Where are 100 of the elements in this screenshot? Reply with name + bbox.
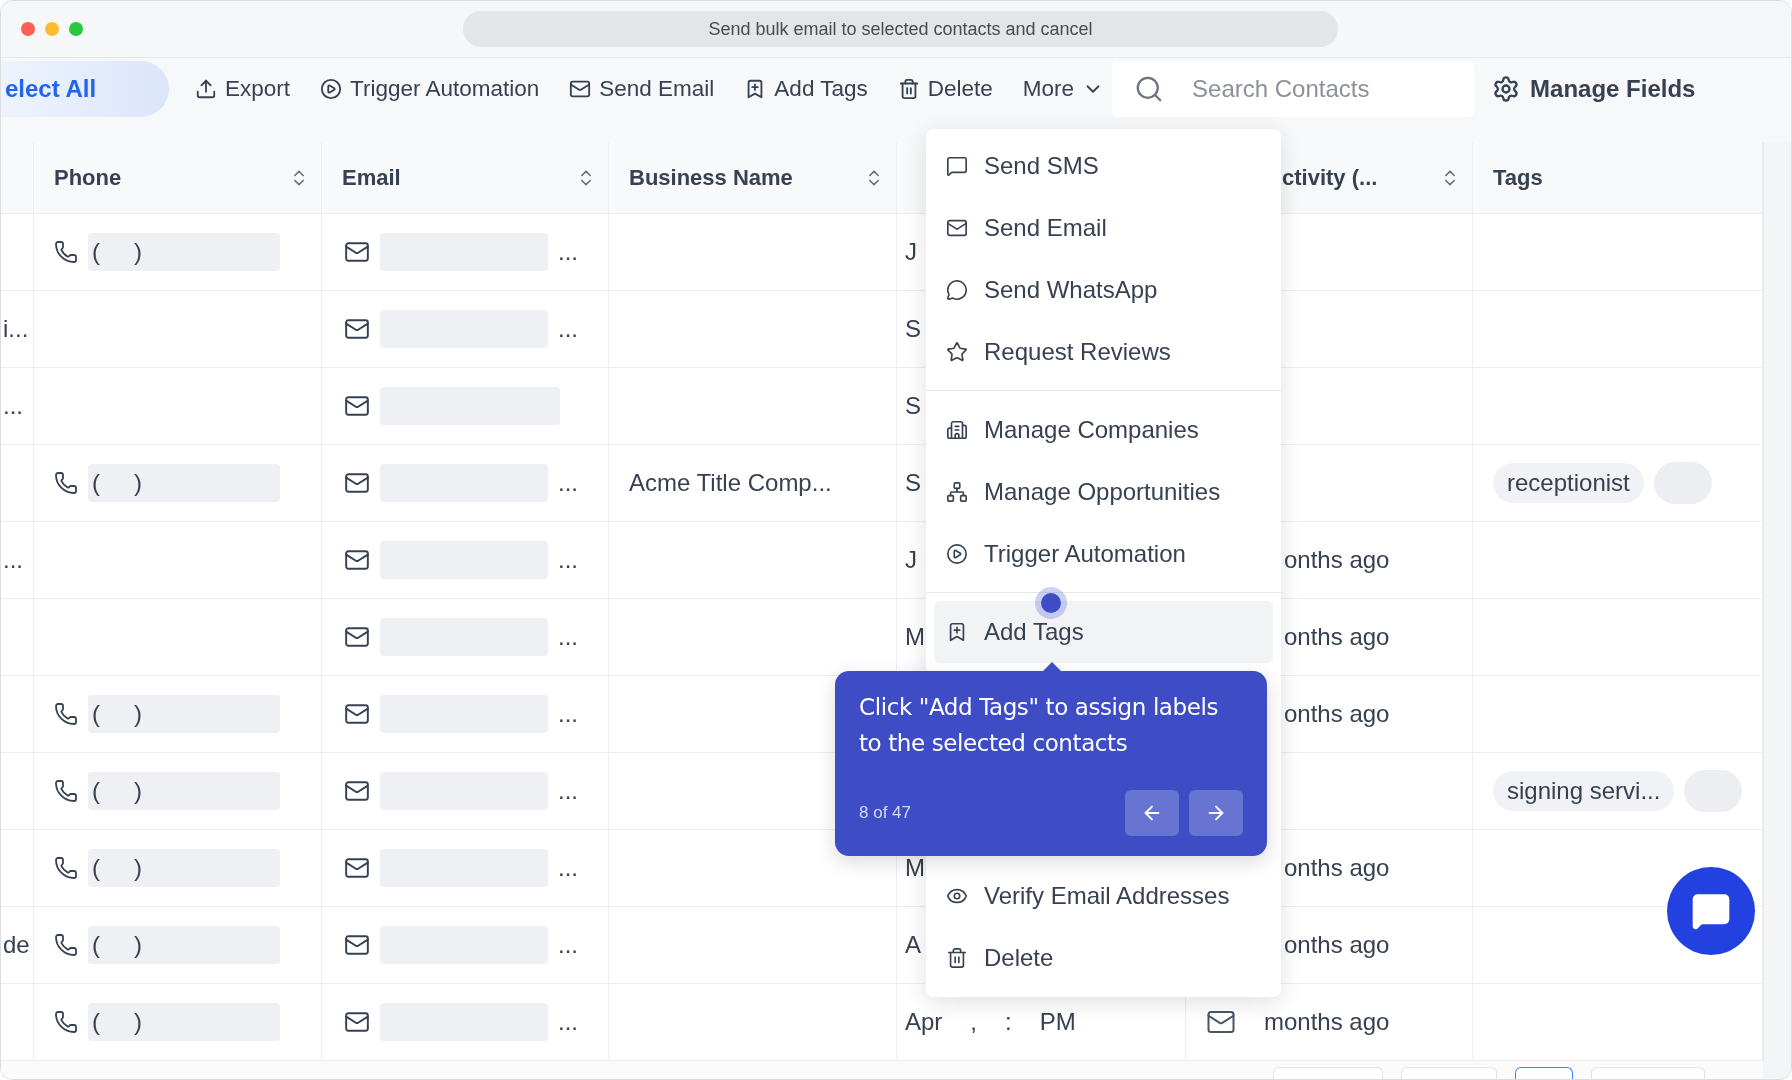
previous-button[interactable] — [1125, 790, 1179, 836]
toolbar-action[interactable]: Send Email — [569, 76, 715, 102]
ellipsis-text: ... — [558, 777, 578, 805]
menu-item[interactable]: Manage Companies — [926, 399, 1281, 461]
column-header: Email — [342, 164, 402, 191]
mail-icon — [344, 932, 370, 958]
step-counter: 8 of 47 — [859, 803, 912, 823]
menu-item[interactable]: Send WhatsApp — [926, 259, 1281, 321]
table-cell: months ago — [1264, 1008, 1390, 1036]
table-cell: Acme Title Comp... — [629, 469, 832, 497]
ellipsis-text: ... — [558, 931, 578, 959]
table-cell: onths ago — [1284, 546, 1390, 574]
play-circle-icon — [320, 78, 343, 100]
mail-icon — [344, 393, 370, 419]
table-cell: : — [1005, 1008, 1012, 1036]
column-header: Tags — [1493, 164, 1544, 191]
menu-item[interactable]: Trigger Automation — [926, 523, 1281, 585]
toolbar-action[interactable]: Trigger Automation — [320, 76, 540, 102]
table-cell: ... — [3, 546, 23, 574]
network-icon — [946, 481, 968, 503]
paren-text: ( — [92, 854, 100, 882]
column-header: ctivity (... — [1282, 164, 1379, 191]
ellipsis-text: ... — [558, 546, 578, 574]
table-cell: onths ago — [1284, 854, 1390, 882]
toolbar-action[interactable]: Export — [195, 76, 291, 102]
table-cell: de — [3, 931, 30, 959]
phone-icon — [54, 779, 78, 803]
play-circle-icon — [946, 543, 968, 565]
paren-text: ) — [134, 238, 142, 266]
paren-text: ( — [92, 1008, 100, 1036]
ellipsis-text: ... — [558, 469, 578, 497]
phone-icon — [54, 1010, 78, 1034]
tooltip-text: Click "Add Tags" to assign labels to the selected contacts — [859, 693, 1220, 758]
phone-icon — [54, 240, 78, 264]
column-header: Business Name — [629, 164, 794, 191]
chat-icon — [1691, 891, 1731, 931]
ellipsis-text: ... — [558, 315, 578, 343]
paren-text: ( — [92, 931, 100, 959]
next-button[interactable] — [1189, 790, 1243, 836]
menu-item[interactable]: Manage Opportunities — [926, 461, 1281, 523]
mail-icon — [344, 855, 370, 881]
mail-icon — [569, 78, 592, 100]
hotspot-marker — [1035, 587, 1067, 619]
table-cell: A — [905, 931, 921, 959]
mail-icon — [344, 316, 370, 342]
column-header: Phone — [54, 164, 123, 191]
paren-text: ) — [134, 777, 142, 805]
manage-fields-button[interactable]: Manage Fields — [1492, 61, 1696, 117]
search-field[interactable]: Search Contacts — [1112, 61, 1475, 117]
paren-text: ( — [92, 777, 100, 805]
table-cell: J — [905, 238, 917, 266]
table-cell: M — [905, 854, 925, 882]
phone-icon — [54, 471, 78, 495]
upload-icon — [195, 78, 217, 100]
maximize-window-button[interactable] — [69, 22, 83, 36]
paren-text: ) — [134, 469, 142, 497]
mail-icon — [344, 1009, 370, 1035]
mail-icon — [946, 217, 968, 239]
ellipsis-text: ... — [558, 700, 578, 728]
paren-text: ) — [134, 1008, 142, 1036]
table-cell: S — [905, 315, 921, 343]
menu-item[interactable]: Verify Email Addresses — [926, 865, 1281, 927]
menu-item[interactable]: Delete — [926, 927, 1281, 989]
more-dropdown[interactable]: More — [1022, 76, 1105, 102]
ellipsis-text: ... — [558, 623, 578, 651]
chat-bubble-icon — [946, 279, 968, 301]
table-cell: , — [970, 1008, 978, 1036]
table-cell: J — [905, 546, 917, 574]
paren-text: ( — [92, 469, 100, 497]
chat-icon — [946, 155, 968, 177]
paren-text: ( — [92, 700, 100, 728]
table-cell: Apr — [905, 1008, 943, 1036]
phone-icon — [54, 856, 78, 880]
settings-icon — [1492, 75, 1521, 103]
trash-icon — [946, 947, 968, 969]
phone-icon — [54, 702, 78, 726]
mail-icon — [344, 778, 370, 804]
table-cell: onths ago — [1284, 700, 1390, 728]
window-title: Send bulk email to selected contacts and cancel — [463, 11, 1338, 47]
tag-chip: receptionist — [1493, 463, 1644, 503]
page-button[interactable] — [1515, 1067, 1573, 1079]
select-all-button[interactable]: elect All — [1, 61, 169, 117]
paren-text: ( — [92, 238, 100, 266]
toolbar-action[interactable]: Delete — [897, 76, 993, 102]
menu-item[interactable]: Request Reviews — [926, 321, 1281, 383]
toolbar-action[interactable]: Add Tags — [744, 76, 868, 102]
close-window-button[interactable] — [21, 22, 35, 36]
mail-icon — [344, 701, 370, 727]
paren-text: ) — [134, 854, 142, 882]
mail-icon — [344, 547, 370, 573]
table-cell: ... — [3, 392, 23, 420]
paren-text: ) — [134, 931, 142, 959]
menu-item[interactable]: Send SMS — [926, 135, 1281, 197]
table-cell: S — [905, 392, 921, 420]
menu-item[interactable]: Add Tags — [934, 601, 1273, 663]
table-cell: onths ago — [1284, 931, 1390, 959]
table-cell: S — [905, 469, 921, 497]
table-cell: PM — [1039, 1008, 1076, 1036]
ellipsis-text: ... — [558, 1008, 578, 1036]
menu-item[interactable]: Send Email — [926, 197, 1281, 259]
